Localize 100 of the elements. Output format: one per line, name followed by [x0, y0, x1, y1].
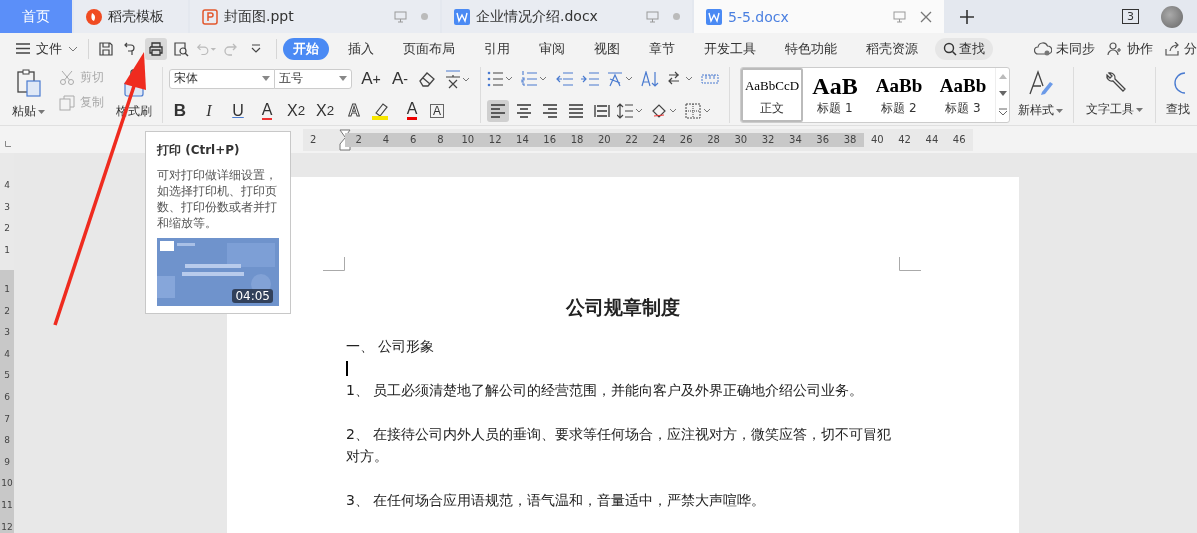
menu-icon — [16, 43, 30, 54]
share-button[interactable]: 分 — [1165, 39, 1197, 58]
center-align-icon — [516, 103, 532, 118]
line-break-icon[interactable] — [667, 70, 693, 87]
boxed-button[interactable]: A — [430, 103, 444, 118]
share-icon — [1165, 41, 1180, 56]
caret-icon — [1136, 107, 1143, 112]
increase-indent-icon[interactable] — [581, 70, 599, 87]
new-style-button[interactable]: 新样式 — [1014, 70, 1067, 119]
paragraph: 1、 员工必须清楚地了解公司的经营范围，并能向客户及外界正确地介绍公司业务。 — [346, 381, 865, 400]
paragraph: 3、 在任何场合应用语规范，语气温和，音量适中，严禁大声喧哗。 — [346, 491, 767, 510]
ribbon-tab[interactable]: 页面布局 — [393, 37, 465, 60]
document-tab[interactable]: 稻壳模板 — [74, 0, 188, 33]
document-tab[interactable]: 封面图.ppt — [190, 0, 440, 33]
collaborate-button[interactable]: 协作 — [1107, 39, 1153, 58]
style-option[interactable]: AaBb 标题 2 — [867, 67, 931, 122]
font-size-field[interactable]: 五号 — [274, 68, 352, 89]
italic-button[interactable]: I — [198, 99, 220, 122]
distribute-align-icon — [594, 103, 610, 118]
ribbon-tab[interactable]: 视图 — [584, 37, 630, 60]
strike-button[interactable]: A — [256, 99, 278, 122]
avatar[interactable] — [1161, 5, 1183, 28]
horizontal-ruler: 2 2 4 6 8 10 12 14 16 18 20 22 24 26 28 30 32 34 36 38 40 42 44 46 — [303, 128, 973, 151]
copy-icon — [59, 94, 75, 111]
tooltip-title: 打印 (Ctrl+P) — [157, 142, 241, 159]
caret-icon — [1056, 108, 1063, 113]
pinyin-guide-icon[interactable] — [444, 68, 470, 89]
numbered-list-icon[interactable] — [521, 70, 547, 87]
ribbon-tab[interactable]: 引用 — [474, 37, 520, 60]
print-icon — [148, 40, 164, 57]
window-count-button[interactable]: 3 — [1122, 9, 1139, 24]
document-file-icon — [454, 8, 470, 25]
style-option[interactable]: AaBbCcD 正文 — [741, 67, 803, 122]
monitor-icon — [893, 10, 906, 23]
caret-icon — [38, 109, 45, 114]
font-name-field[interactable]: 宋体 — [169, 68, 275, 89]
cloud-icon — [1034, 41, 1052, 56]
underline-button[interactable]: U — [227, 99, 249, 122]
print-preview-icon — [173, 40, 189, 57]
caret-icon — [262, 76, 270, 81]
caret-icon — [68, 45, 78, 52]
tooltip-text: 可对打印做详细设置，如选择打印机、打印页数、打印份数或者并打和缩放等。 — [157, 167, 278, 231]
bullet-list-icon[interactable] — [487, 70, 513, 87]
document-tab[interactable]: 企业情况介绍.docx — [442, 0, 692, 33]
pen-letter-icon — [1027, 70, 1054, 96]
clipboard-icon — [16, 69, 41, 97]
margin-corner-icon — [899, 257, 921, 271]
section-heading: 一、 公司形象 — [346, 337, 436, 356]
outline-button[interactable]: A — [343, 99, 365, 122]
expand-icon[interactable] — [998, 107, 1007, 116]
file-menu[interactable]: 文件 — [12, 39, 82, 58]
status-dot-icon — [673, 13, 680, 20]
ribbon-tab[interactable]: 插入 — [338, 37, 384, 60]
ribbon-tab[interactable]: 审阅 — [529, 37, 575, 60]
decrease-indent-icon[interactable] — [555, 70, 573, 87]
tab-stop-icon — [5, 141, 11, 147]
ruler-icon[interactable] — [701, 72, 719, 85]
sync-button[interactable]: 未同步 — [1034, 39, 1095, 58]
style-option[interactable]: AaBb 标题 3 — [931, 67, 995, 122]
ribbon-tab[interactable]: 开发工具 — [694, 37, 766, 60]
document-file-icon — [706, 8, 722, 25]
scissors-icon — [59, 69, 75, 86]
borders-icon[interactable] — [685, 102, 711, 119]
find-button[interactable]: 查找 — [1162, 71, 1194, 118]
ribbon-tab[interactable]: 稻壳资源 — [856, 37, 928, 60]
bold-button[interactable]: B — [169, 99, 191, 122]
caret-icon — [339, 76, 347, 81]
save-icon — [98, 40, 114, 57]
scroll-down-icon[interactable] — [998, 90, 1007, 96]
style-option[interactable]: AaB 标题 1 — [803, 67, 867, 122]
shading-icon[interactable] — [651, 102, 677, 119]
sort-icon[interactable] — [641, 70, 659, 87]
eraser-icon[interactable] — [418, 70, 436, 87]
ribbon-tab[interactable]: 章节 — [639, 37, 685, 60]
customize-caret-icon — [250, 42, 262, 55]
add-person-icon — [1107, 41, 1123, 56]
print-button[interactable] — [145, 37, 167, 60]
search-button[interactable]: 查找 — [935, 37, 993, 60]
add-tab-icon[interactable] — [960, 9, 974, 24]
paragraph: 2、 在接待公司内外人员的垂询、要求等任何场合，应注视对方，微笑应答，切不可冒犯对方。 — [346, 425, 893, 466]
text-cursor — [346, 360, 348, 376]
justify-align-icon — [568, 103, 584, 118]
status-dot-icon — [421, 13, 428, 20]
left-align-icon — [490, 103, 506, 118]
close-icon[interactable] — [920, 10, 932, 23]
flame-logo-icon — [86, 8, 102, 25]
document-tab[interactable]: 5-5.docx — [694, 0, 944, 33]
chinese-layout-icon[interactable] — [607, 70, 633, 87]
text-tools-button[interactable]: 文字工具 — [1080, 71, 1149, 118]
right-align-icon — [542, 103, 558, 118]
line-spacing-icon[interactable] — [617, 102, 643, 119]
monitor-icon — [394, 10, 407, 23]
ribbon-tab[interactable]: 特色功能 — [775, 37, 847, 60]
document-title: 公司规章制度 — [566, 296, 680, 318]
left-align-button[interactable] — [487, 99, 509, 122]
monitor-icon — [646, 10, 659, 23]
video-duration: 04:05 — [232, 289, 273, 303]
paste-button[interactable]: 粘贴 — [8, 69, 49, 120]
margin-corner-icon — [323, 257, 345, 271]
presentation-file-icon — [202, 8, 218, 25]
